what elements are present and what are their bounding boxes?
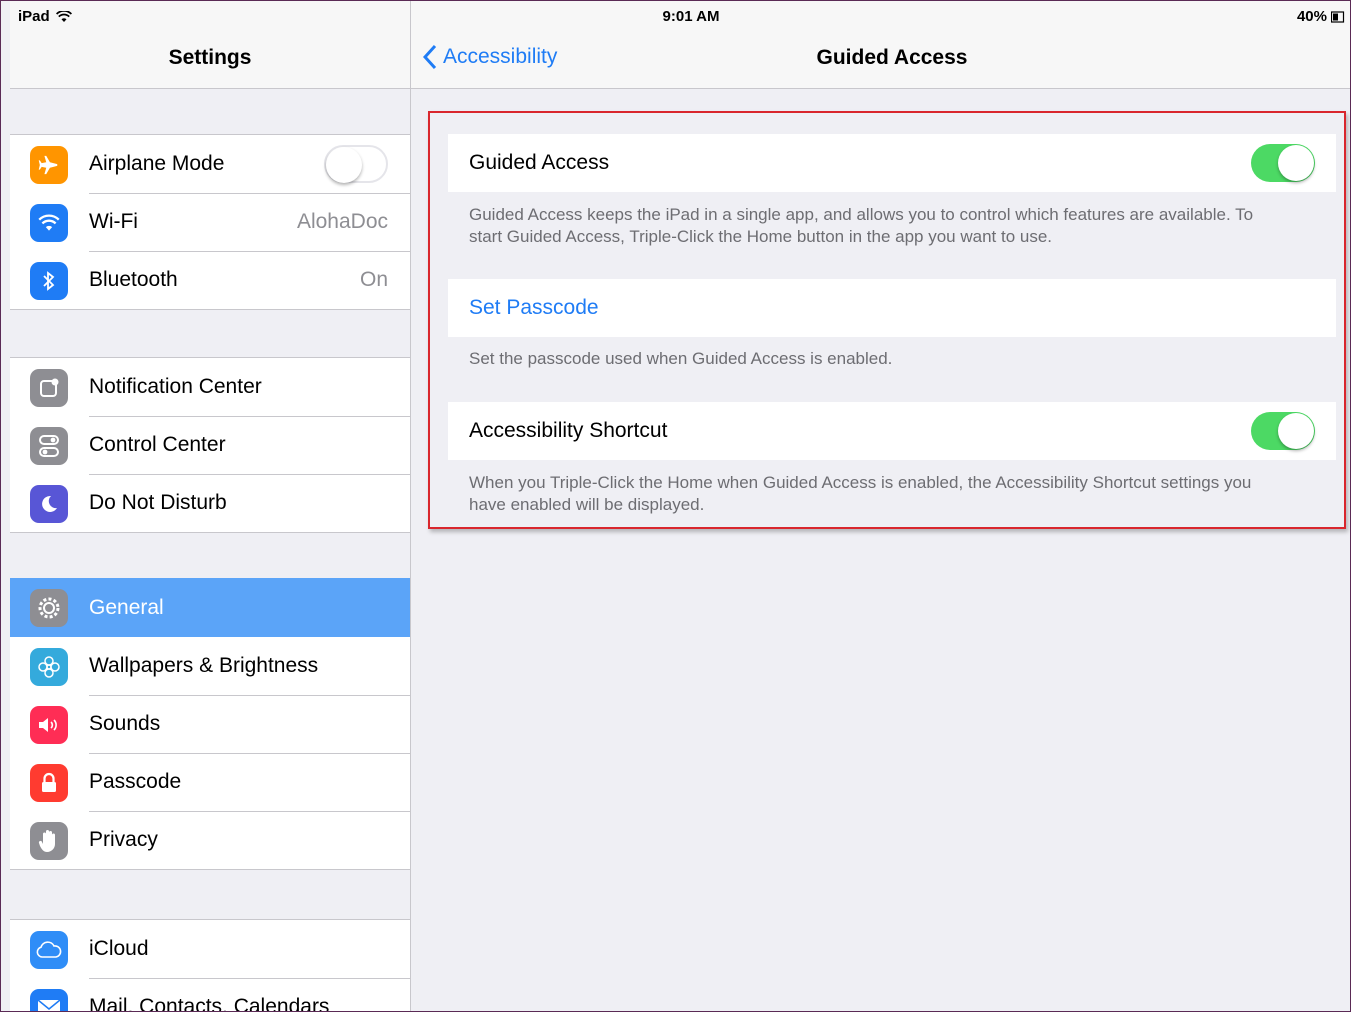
wifi-icon [30,204,68,242]
sidebar-item-label: Mail, Contacts, Calendars [89,995,330,1012]
sidebar-item-label: Notification Center [89,375,262,398]
gear-icon [30,589,68,627]
settings-group-general: General Wallpapers & Brightness Sounds P… [10,578,410,870]
sidebar-item-notification-center[interactable]: Notification Center [10,358,410,416]
sidebar-title: Settings [168,46,252,69]
hand-icon [30,822,68,860]
sidebar-item-label: iCloud [89,937,149,960]
sidebar-item-label: Privacy [89,828,158,851]
accessibility-shortcut-label: Accessibility Shortcut [469,419,668,442]
sidebar-item-control-center[interactable]: Control Center [10,416,410,474]
set-passcode-link[interactable]: Set Passcode [469,296,599,320]
sidebar-item-do-not-disturb[interactable]: Do Not Disturb [10,474,410,532]
sidebar-item-label: Airplane Mode [89,152,225,175]
flower-icon [30,648,68,686]
mail-icon [30,989,68,1012]
sidebar-item-wallpapers-brightness[interactable]: Wallpapers & Brightness [10,637,410,695]
sidebar-item-mail-contacts-calendars[interactable]: Mail, Contacts, Calendars [10,978,410,1012]
accessibility-shortcut-row: Accessibility Shortcut [448,402,1336,460]
wifi-network-value: AlohaDoc [296,210,388,233]
status-battery: 40% [1297,8,1345,25]
sidebar-item-general[interactable]: General [10,578,410,637]
sidebar-item-airplane-mode[interactable]: Airplane Mode [10,135,410,193]
set-passcode-row[interactable]: Set Passcode [448,279,1336,337]
sidebar-item-label: Passcode [89,770,182,793]
sidebar-item-label: Wallpapers & Brightness [89,654,319,677]
sidebar-item-icloud[interactable]: iCloud [10,920,410,978]
cloud-icon [30,931,68,969]
sidebar-item-passcode[interactable]: Passcode [10,753,410,811]
notification-center-icon [30,369,68,407]
battery-percent: 40% [1296,8,1327,25]
sidebar-item-label: Control Center [89,433,226,456]
sidebar-item-bluetooth[interactable]: Bluetooth On [10,251,410,309]
sidebar-item-label: General [89,595,164,619]
sidebar-item-sounds[interactable]: Sounds [10,695,410,753]
detail-pane: 9:01 AM 40% Accessibility Guided Access … [411,0,1351,1012]
settings-group-notifications: Notification Center Control Center Do No… [10,357,410,533]
control-center-icon [30,427,68,465]
sidebar-item-label: Do Not Disturb [89,491,227,514]
accessibility-shortcut-description: When you Triple-Click the Home when Guid… [469,473,1252,514]
bluetooth-status-value: On [359,268,388,291]
sidebar-item-label: Sounds [89,712,161,735]
guided-access-row: Guided Access [448,134,1336,192]
wifi-status-icon [55,10,72,22]
guided-access-toggle[interactable] [1251,144,1315,182]
guided-access-label: Guided Access [469,151,610,174]
battery-icon [1331,10,1345,23]
sidebar-item-wifi[interactable]: Wi-Fi AlohaDoc [10,193,410,251]
device-name: iPad [18,8,50,25]
settings-group-accounts: iCloud Mail, Contacts, Calendars [10,919,410,1012]
settings-group-connectivity: Airplane Mode Wi-Fi AlohaDoc Bluetooth O… [10,134,410,310]
accessibility-shortcut-toggle[interactable] [1251,412,1315,450]
airplane-mode-toggle[interactable] [324,145,388,183]
detail-navbar: 9:01 AM 40% Accessibility Guided Access [411,0,1351,89]
settings-sidebar: iPad Settings Airplane Mode Wi-Fi AlohaD… [10,0,410,1012]
status-time: 9:01 AM [662,8,720,25]
status-device: iPad [18,8,72,25]
page-title: Guided Access [816,46,968,69]
airplane-icon [30,146,68,184]
moon-icon [30,485,68,523]
speaker-icon [30,706,68,744]
guided-access-description: Guided Access keeps the iPad in a single… [469,205,1254,246]
sidebar-item-privacy[interactable]: Privacy [10,811,410,869]
lock-icon [30,764,68,802]
sidebar-item-label: Wi-Fi [89,210,138,233]
set-passcode-description: Set the passcode used when Guided Access… [469,349,893,368]
sidebar-item-label: Bluetooth [89,268,178,291]
sidebar-header: iPad Settings [10,0,410,89]
bluetooth-icon [30,262,68,300]
